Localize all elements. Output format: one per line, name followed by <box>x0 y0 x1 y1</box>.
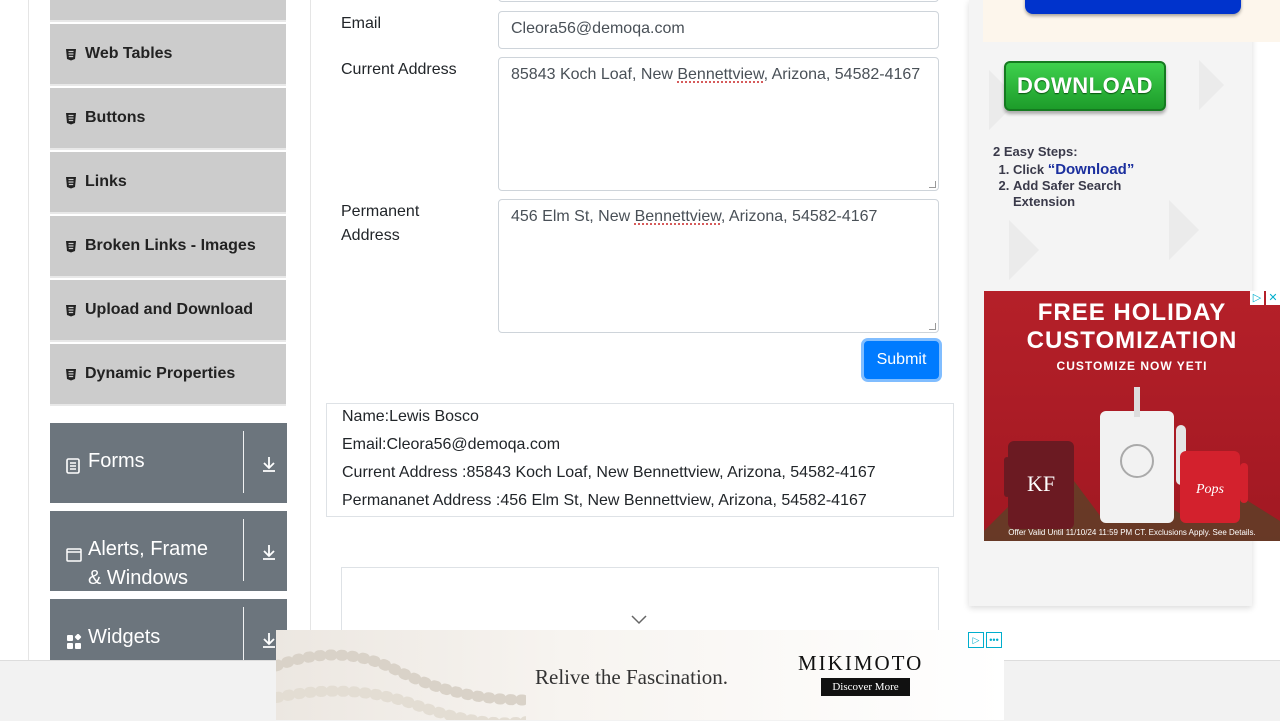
current-address-textarea[interactable]: 85843 Koch Loaf, New Bennettview, Arizon… <box>498 57 939 191</box>
window-icon <box>66 542 82 571</box>
sidebar-item-label: Links <box>85 173 127 190</box>
sidebar-right-border <box>310 0 311 660</box>
permanent-address-text: 456 Elm St, New <box>511 208 635 225</box>
group-divider <box>243 431 244 493</box>
step-1: Click “Download” <box>1013 162 1134 178</box>
mikimoto-ad[interactable]: Relive the Fascination. MIKIMOTO Discove… <box>276 630 1004 720</box>
element-icon <box>65 304 79 317</box>
element-icon <box>65 240 79 253</box>
ad-blue-button[interactable] <box>1025 0 1241 14</box>
spellcheck-word: Bennettview <box>634 208 721 225</box>
permanent-address-label: Permanent Address <box>341 203 420 244</box>
group-label: Widgets <box>88 626 161 648</box>
group-label: Alerts, Frame & Windows <box>88 538 209 589</box>
spellcheck-word: Bennettview <box>677 66 764 83</box>
sidebar-item-dynamic-properties[interactable]: Dynamic Properties <box>50 344 286 406</box>
element-icon <box>65 112 79 125</box>
steps-title: 2 Easy Steps: <box>993 144 1078 159</box>
resize-handle[interactable] <box>929 323 936 330</box>
pearls-image <box>276 649 526 720</box>
sidebar-item-broken-links[interactable]: Broken Links - Images <box>50 216 286 278</box>
ad-choices[interactable]: ▷ ••• <box>968 632 1002 648</box>
sidebar-item-label: Buttons <box>85 109 146 126</box>
current-address-text: 85843 Koch Loaf, New <box>511 66 678 83</box>
group-forms[interactable]: Forms <box>50 423 287 503</box>
ad-info-icon[interactable]: ▷ <box>968 632 984 648</box>
tumbler-image: KF Pops <box>984 387 1280 541</box>
download-ad-button[interactable]: DOWNLOAD <box>1004 61 1166 111</box>
yeti-ad[interactable]: ▷ ✕ FREE HOLIDAY CUSTOMIZATION CUSTOMIZE… <box>984 291 1280 541</box>
expand-down-icon[interactable] <box>260 543 278 566</box>
sidebar-item-label: Upload and Download <box>85 301 253 318</box>
svg-text:Pops: Pops <box>1195 482 1225 497</box>
form-icon <box>66 454 82 483</box>
sidebar-item-label: Web Tables <box>85 45 173 62</box>
yeti-fine-print: Offer Valid Until 11/10/24 11:59 PM CT. … <box>1008 528 1256 537</box>
sidebar-item-links[interactable]: Links <box>50 152 286 214</box>
email-label: Email <box>341 15 382 32</box>
current-address-label: Current Address <box>341 61 457 78</box>
sidebar-left-border <box>28 0 29 660</box>
element-icon <box>65 176 79 189</box>
expand-down-icon[interactable] <box>260 455 278 478</box>
download-steps: 2 Easy Steps: Click “Download” Add Safer… <box>993 144 1134 210</box>
submit-button[interactable]: Submit <box>864 341 939 379</box>
step-2: Add Safer Search Extension <box>1013 178 1133 210</box>
yeti-cta: CUSTOMIZE NOW YETI <box>1056 359 1208 373</box>
yeti-headline-2: CUSTOMIZATION <box>1026 327 1238 354</box>
group-divider <box>243 519 244 581</box>
step-1-text: Click <box>1013 162 1048 177</box>
yeti-headline-1: FREE HOLIDAY <box>1037 299 1227 326</box>
svg-text:KF: KF <box>1027 471 1055 496</box>
widgets-icon <box>66 630 82 659</box>
resize-handle[interactable] <box>929 181 936 188</box>
output-panel: Name:Lewis Bosco Email:Cleora56@demoqa.c… <box>326 403 954 517</box>
step-1-highlight: “Download” <box>1047 161 1135 178</box>
sidebar-item-label: Broken Links - Images <box>85 237 256 254</box>
mikimoto-tagline: Relive the Fascination. <box>535 665 729 689</box>
sidebar-item-partial[interactable] <box>50 0 286 22</box>
output-permanent-address: Permananet Address :456 Elm St, New Benn… <box>342 492 867 509</box>
email-value: Cleora56@demoqa.com <box>511 20 685 37</box>
discover-more-button[interactable]: Discover More <box>821 678 910 696</box>
mikimoto-brand: MIKIMOTO <box>798 651 924 675</box>
sidebar-item-label: Dynamic Properties <box>85 365 236 382</box>
permanent-address-text-rest: , Arizona, 54582-4167 <box>720 208 878 225</box>
sidebar-item-buttons[interactable]: Buttons <box>50 88 286 150</box>
element-icon <box>65 48 79 61</box>
element-icon <box>65 368 79 381</box>
output-current-address: Current Address :85843 Koch Loaf, New Be… <box>342 464 876 481</box>
ad-top-banner[interactable] <box>983 0 1280 42</box>
sidebar-item-upload-download[interactable]: Upload and Download <box>50 280 286 342</box>
output-name: Name:Lewis Bosco <box>342 408 479 425</box>
previous-field-partial[interactable] <box>498 0 939 2</box>
email-field[interactable]: Cleora56@demoqa.com <box>498 11 939 49</box>
sidebar-item-web-tables[interactable]: Web Tables <box>50 24 286 86</box>
chevron-down-icon[interactable] <box>631 612 647 630</box>
group-alerts-frame-windows[interactable]: Alerts, Frame & Windows <box>50 511 287 591</box>
permanent-address-textarea[interactable]: 456 Elm St, New Bennettview, Arizona, 54… <box>498 199 939 333</box>
group-label: Forms <box>88 450 145 472</box>
output-email: Email:Cleora56@demoqa.com <box>342 436 561 453</box>
more-icon[interactable]: ••• <box>986 632 1002 648</box>
current-address-text-rest: , Arizona, 54582-4167 <box>763 66 921 83</box>
